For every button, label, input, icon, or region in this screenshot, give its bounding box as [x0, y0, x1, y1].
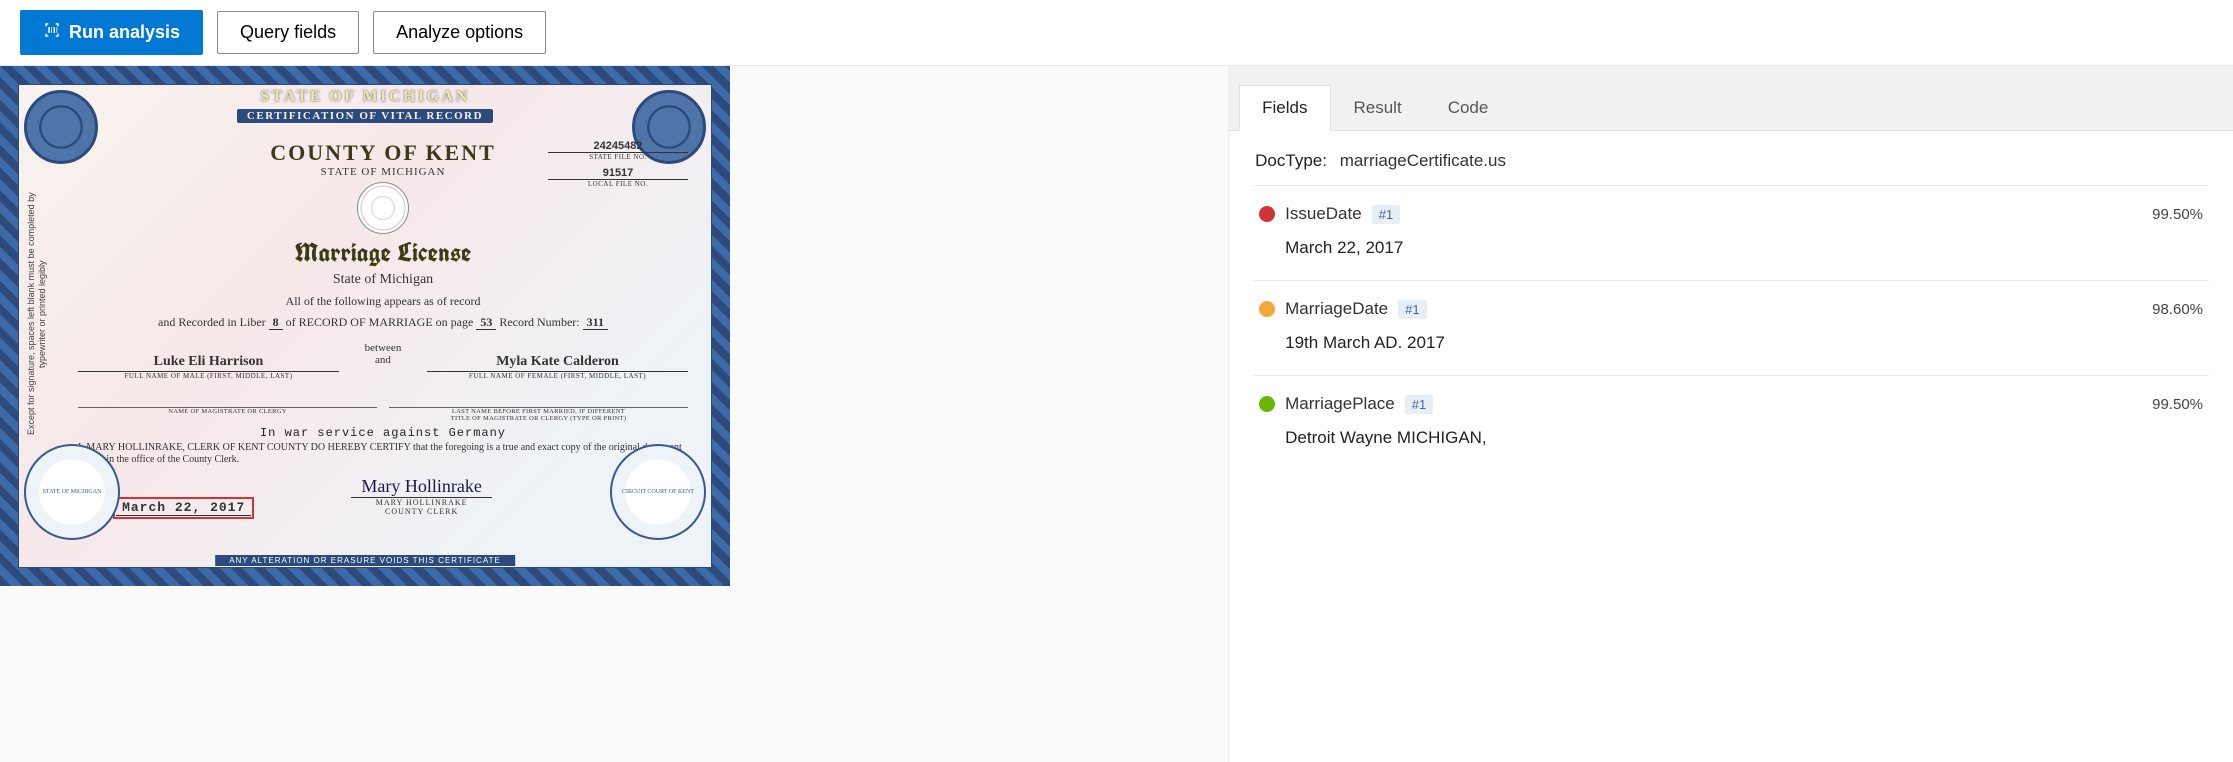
main-area: Except for signature, spaces left blank …	[0, 66, 2233, 762]
toolbar: Run analysis Query fields Analyze option…	[0, 0, 2233, 66]
run-analysis-label: Run analysis	[69, 22, 180, 43]
certify-text: I, MARY HOLLINRAKE, CLERK OF KENT COUNTY…	[78, 442, 688, 466]
field-confidence: 99.50%	[2152, 206, 2203, 223]
rec-number: 311	[583, 315, 608, 330]
field-badge: #1	[1372, 205, 1400, 224]
state-seal-large-icon: STATE OF MICHIGAN	[24, 444, 120, 540]
doctype-line: DocType: marriageCertificate.us	[1255, 151, 2207, 171]
document-certificate[interactable]: Except for signature, spaces left blank …	[0, 66, 730, 586]
name-male: Luke Eli Harrison	[78, 354, 339, 372]
marriage-title: Marriage License	[78, 236, 688, 270]
blank-label: NAME OF MAGISTRATE OR CLERGY	[78, 408, 377, 415]
field-value: 19th March AD. 2017	[1285, 333, 2203, 353]
dated-value: March 22, 2017	[116, 500, 251, 516]
rec-text: Record Number:	[499, 315, 579, 329]
signature-area: DATED: March 22, 2017 Mary Hollinrake MA…	[78, 476, 688, 516]
band-subtitle: CERTIFICATION OF VITAL RECORD	[237, 109, 493, 123]
field-confidence: 99.50%	[2152, 396, 2203, 413]
name-male-col: Luke Eli Harrison FULL NAME OF MALE (FIR…	[78, 354, 339, 380]
signature-script: Mary Hollinrake	[351, 476, 491, 498]
local-file-no-label: LOCAL FILE NO.	[548, 180, 688, 188]
certificate-body: 24245482 STATE FILE NO. 91517 LOCAL FILE…	[78, 140, 688, 528]
signature-title: COUNTY CLERK	[351, 507, 491, 516]
between-and: between and	[351, 342, 415, 380]
blank-label: LAST NAME BEFORE FIRST MARRIED, IF DIFFE…	[389, 408, 688, 415]
field-card[interactable]: MarriagePlace #1 99.50% Detroit Wayne MI…	[1253, 375, 2209, 470]
field-dot-icon	[1259, 396, 1275, 412]
doctype-value: marriageCertificate.us	[1340, 151, 1506, 170]
bottom-warning-band: ANY ALTERATION OR ERASURE VOIDS THIS CER…	[215, 555, 515, 566]
field-dot-icon	[1259, 206, 1275, 222]
between-text: between	[351, 342, 415, 354]
field-card[interactable]: MarriageDate #1 98.60% 19th March AD. 20…	[1253, 280, 2209, 375]
blank-line	[389, 394, 688, 408]
field-name: IssueDate	[1285, 204, 1362, 224]
band-title: STATE OF MICHIGAN	[108, 88, 622, 106]
field-confidence: 98.60%	[2152, 301, 2203, 318]
name-male-label: FULL NAME OF MALE (FIRST, MIDDLE, LAST)	[78, 372, 339, 380]
document-preview-pane: Except for signature, spaces left blank …	[0, 66, 1228, 762]
tab-fields[interactable]: Fields	[1239, 85, 1330, 131]
analyze-options-button[interactable]: Analyze options	[373, 11, 546, 54]
name-female-label: FULL NAME OF FEMALE (FIRST, MIDDLE, LAST…	[427, 372, 688, 380]
field-badge: #1	[1398, 300, 1426, 319]
record-line-2: and Recorded in Liber 8 of RECORD OF MAR…	[78, 315, 688, 330]
state-file-no: 24245482	[548, 140, 688, 153]
blank-line	[78, 394, 377, 408]
analyze-options-label: Analyze options	[396, 22, 523, 43]
rec-liber: 8	[269, 315, 283, 330]
field-name: MarriageDate	[1285, 299, 1388, 319]
state-seal-icon	[357, 182, 409, 234]
field-value: Detroit Wayne MICHIGAN,	[1285, 428, 2203, 448]
signature-print: MARY HOLLINRAKE	[351, 498, 491, 507]
results-pane: Fields Result Code DocType: marriageCert…	[1228, 66, 2233, 762]
names-row: Luke Eli Harrison FULL NAME OF MALE (FIR…	[78, 342, 688, 380]
war-service-text: In war service against Germany	[78, 426, 688, 440]
field-badge: #1	[1405, 395, 1433, 414]
and-text: and	[351, 354, 415, 366]
field-dot-icon	[1259, 301, 1275, 317]
barcode-icon	[43, 21, 61, 44]
query-fields-button[interactable]: Query fields	[217, 11, 359, 54]
tab-bar: Fields Result Code	[1229, 66, 2233, 131]
certificate-header-band: STATE OF MICHIGAN CERTIFICATION OF VITAL…	[108, 88, 622, 124]
rec-page: 53	[476, 315, 496, 330]
tab-code[interactable]: Code	[1425, 85, 1512, 131]
run-analysis-button[interactable]: Run analysis	[20, 10, 203, 55]
results-scroll[interactable]: DocType: marriageCertificate.us IssueDat…	[1229, 131, 2233, 762]
record-line-1: All of the following appears as of recor…	[78, 294, 688, 309]
query-fields-label: Query fields	[240, 22, 336, 43]
blank-label: TITLE OF MAGISTRATE OR CLERGY (TYPE OR P…	[389, 415, 688, 422]
local-file-no: 91517	[548, 167, 688, 180]
name-female: Myla Kate Calderon	[427, 354, 688, 372]
field-card[interactable]: IssueDate #1 99.50% March 22, 2017	[1253, 185, 2209, 280]
doctype-label: DocType:	[1255, 151, 1327, 170]
tab-result[interactable]: Result	[1331, 85, 1425, 131]
rec-text: and Recorded in Liber	[158, 315, 266, 329]
field-value: March 22, 2017	[1285, 238, 2203, 258]
marriage-subtitle: State of Michigan	[78, 272, 688, 288]
court-seal-large-icon: CIRCUIT COURT OF KENT	[610, 444, 706, 540]
name-female-col: Myla Kate Calderon FULL NAME OF FEMALE (…	[427, 354, 688, 380]
rec-text: of RECORD OF MARRIAGE on page	[286, 315, 474, 329]
blank-row: NAME OF MAGISTRATE OR CLERGY LAST NAME B…	[78, 394, 688, 422]
signature-column: Mary Hollinrake MARY HOLLINRAKE COUNTY C…	[351, 476, 491, 516]
vertical-note: Except for signature, spaces left blank …	[26, 184, 70, 444]
field-name: MarriagePlace	[1285, 394, 1395, 414]
state-file-no-label: STATE FILE NO.	[548, 153, 688, 161]
file-numbers: 24245482 STATE FILE NO. 91517 LOCAL FILE…	[548, 140, 688, 194]
